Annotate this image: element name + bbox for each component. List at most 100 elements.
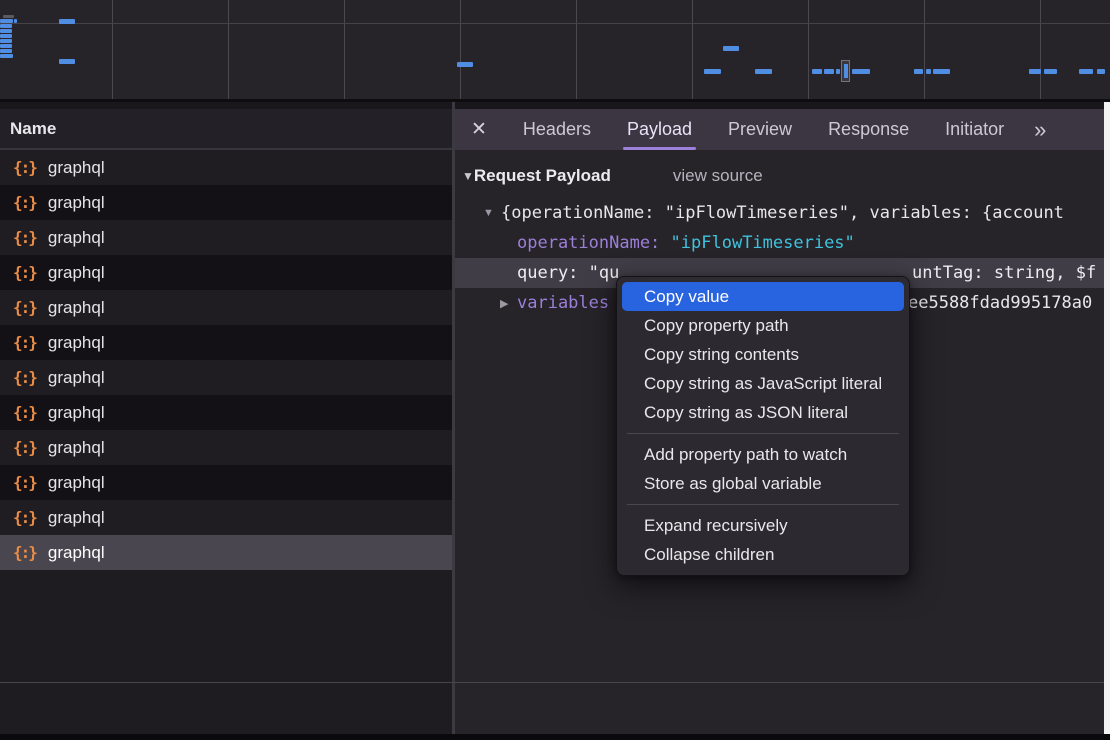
tab-initiator[interactable]: Initiator [945, 109, 1004, 150]
overview-request-bar [926, 69, 931, 74]
menu-item-copy-string-as-javascript-literal[interactable]: Copy string as JavaScript literal [622, 369, 904, 398]
request-payload-title: Request Payload [474, 166, 611, 186]
request-row[interactable]: {:} graphql [0, 465, 452, 500]
view-source-link[interactable]: view source [673, 166, 763, 186]
overview-gridline [576, 0, 577, 99]
overview-request-bar [755, 69, 772, 74]
name-column-header[interactable]: Name [0, 102, 452, 150]
json-icon: {:} [13, 473, 36, 492]
menu-item-copy-property-path[interactable]: Copy property path [622, 311, 904, 340]
tab-preview[interactable]: Preview [728, 109, 792, 150]
more-tabs-icon[interactable]: » [1034, 109, 1044, 150]
menu-item-store-as-global-variable[interactable]: Store as global variable [622, 469, 904, 498]
overview-request-bar [14, 19, 17, 23]
page-background-edge [1104, 102, 1110, 734]
overview-selected-marker-fill [844, 64, 848, 78]
collapsed-triangle-icon[interactable]: ▶ [500, 297, 508, 310]
json-icon: {:} [13, 543, 36, 562]
overview-request-bar [836, 69, 840, 74]
json-icon: {:} [13, 263, 36, 282]
payload-row-operationName[interactable]: operationName: "ipFlowTimeseries" [455, 228, 1104, 258]
request-name-label: graphql [48, 298, 105, 318]
json-icon: {:} [13, 193, 36, 212]
request-row[interactable]: {:}graphql [0, 430, 452, 465]
name-column-header-label: Name [10, 119, 56, 139]
footer-area [0, 683, 1110, 734]
json-icon: {:} [13, 403, 36, 422]
request-name-label: graphql [48, 333, 105, 353]
json-icon: {:} [13, 368, 36, 387]
request-row[interactable]: {:} graphql [0, 395, 452, 430]
request-name-label: graphql [48, 228, 105, 248]
payload-root-row[interactable]: ▼ {operationName: "ipFlowTimeseries", va… [455, 198, 1104, 228]
json-icon: {:} [13, 333, 36, 352]
tab-response[interactable]: Response [828, 109, 909, 150]
request-row[interactable]: {:}graphql [0, 500, 452, 535]
bottom-edge-strip [0, 734, 1110, 740]
menu-item-collapse-children[interactable]: Collapse children [622, 540, 904, 569]
request-name-label: graphql [48, 263, 105, 283]
overview-request-bar [933, 69, 950, 74]
overview-request-bar [812, 69, 822, 74]
overview-request-bar [1079, 69, 1093, 74]
overview-request-bar [723, 46, 739, 51]
tab-headers[interactable]: Headers [523, 109, 591, 150]
disclosure-triangle-icon[interactable]: ▼ [462, 169, 474, 183]
request-row[interactable]: {:} graphql [0, 220, 452, 255]
overview-gridline [0, 23, 1110, 24]
json-icon: {:} [13, 298, 36, 317]
overview-selected-marker [841, 60, 850, 82]
requests-list-pane: Name {:} graphql {:} graphql {:} graphql {:} gr… [0, 102, 452, 740]
overview-request-bar [0, 34, 12, 38]
request-row[interactable]: {:}graphql [0, 150, 452, 185]
json-icon: {:} [13, 158, 36, 177]
request-row[interactable]: {:} graphql [0, 360, 452, 395]
overview-gridline [344, 0, 345, 99]
details-tab-bar: ✕ Headers Payload Preview Response Initiator… [455, 102, 1104, 150]
overview-gridline [112, 0, 113, 99]
menu-item-copy-string-as-json-literal[interactable]: Copy string as JSON literal [622, 398, 904, 427]
request-row[interactable]: {:} graphql [0, 325, 452, 360]
close-icon[interactable]: ✕ [471, 109, 487, 150]
property-value: "ipFlowTimeseries" [671, 233, 855, 253]
overview-gridline [1040, 0, 1041, 99]
request-name-label: graphql [48, 368, 105, 388]
json-icon: {:} [13, 508, 36, 527]
request-name-label: graphql [48, 543, 105, 563]
query-right-fragment: untTag: string, $f [912, 263, 1096, 283]
request-payload-section-header[interactable]: ▼Request Payload view source [455, 162, 1104, 190]
request-name-label: graphql [48, 193, 105, 213]
tab-payload[interactable]: Payload [627, 109, 692, 150]
overview-gridline [228, 0, 229, 99]
query-left-fragment: query: "qu [517, 263, 619, 283]
overview-request-bar [0, 24, 12, 28]
menu-item-add-property-path-to-watch[interactable]: Add property path to watch [622, 440, 904, 469]
devtools-network-panel: Name {:} graphql {:} graphql {:} graphql {:} gr… [0, 0, 1110, 740]
overview-request-bar [0, 39, 12, 43]
request-row[interactable]: {:} graphql [0, 185, 452, 220]
context-menu: Copy valueCopy property pathCopy string … [616, 276, 910, 576]
json-icon: {:} [13, 228, 36, 247]
request-name-label: graphql [48, 438, 105, 458]
property-key: variables [455, 293, 609, 313]
overview-gridline [460, 0, 461, 99]
overview-request-bar [0, 49, 12, 53]
overview-request-bar [1097, 69, 1105, 74]
overview-gridline [692, 0, 693, 99]
variables-right-fragment: ee5588fdad995178a0 [908, 293, 1092, 313]
expanded-triangle-icon[interactable]: ▼ [483, 207, 494, 219]
overview-gray-bar [3, 15, 14, 18]
menu-item-copy-string-contents[interactable]: Copy string contents [622, 340, 904, 369]
request-name-label: graphql [48, 403, 105, 423]
request-row[interactable]: {:} graphql [0, 290, 452, 325]
request-name-label: graphql [48, 473, 105, 493]
overview-request-bar [1044, 69, 1057, 74]
menu-item-copy-value[interactable]: Copy value [622, 282, 904, 311]
overview-request-bar [704, 69, 721, 74]
menu-item-expand-recursively[interactable]: Expand recursively [622, 511, 904, 540]
request-row[interactable]: {:} graphql [0, 535, 452, 570]
overview-request-bar [59, 19, 75, 24]
network-overview-timeline[interactable] [0, 0, 1110, 102]
overview-request-bar [0, 54, 13, 58]
request-row[interactable]: {:} graphql [0, 255, 452, 290]
